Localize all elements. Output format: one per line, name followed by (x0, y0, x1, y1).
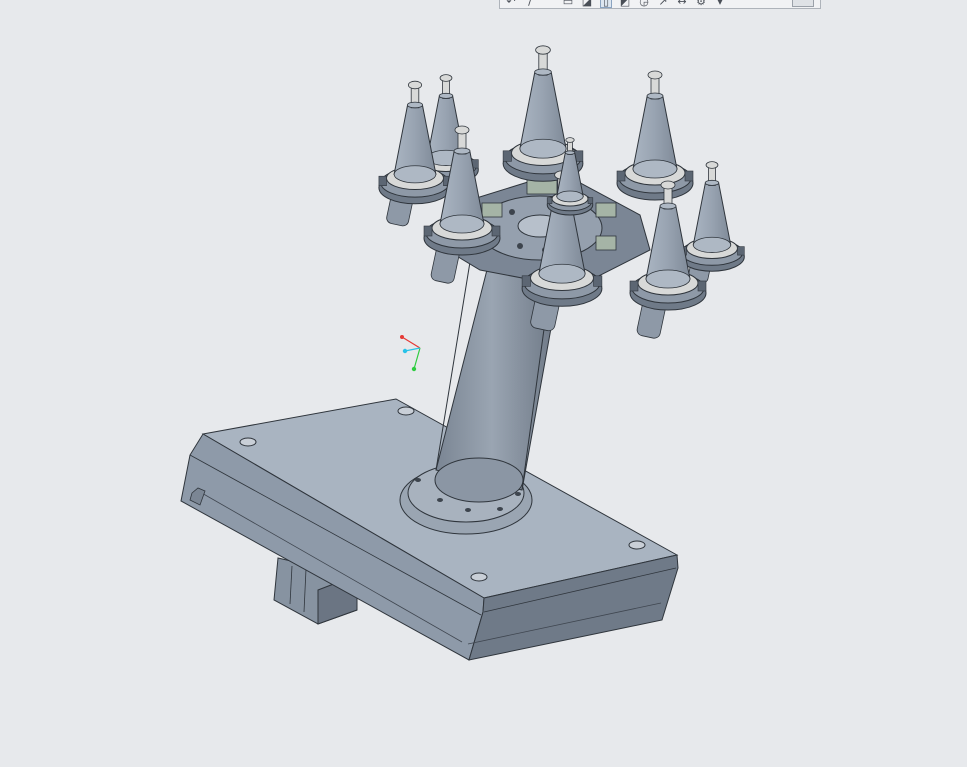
display-icon[interactable]: ◩ (620, 0, 630, 7)
axis-x-line (401, 336, 421, 349)
axis-y-line (413, 347, 421, 370)
section-icon[interactable]: ◶ (639, 0, 649, 7)
cad-scene[interactable] (0, 0, 967, 763)
tool-holder[interactable] (616, 70, 694, 201)
view-icon[interactable]: ◪ (582, 0, 592, 7)
view-toolbar: ↶ / ⌒ ▭ ◪ ▯ ◩ ◶ ↗ ↔ ⚙ ▾ (499, 0, 821, 9)
axis-z-dot (402, 348, 408, 354)
axis-x-dot (400, 335, 404, 339)
orient-icon[interactable]: ↗ (658, 0, 668, 7)
fit-icon[interactable]: ▭ (563, 0, 573, 7)
toolbar-dropdown-button[interactable] (792, 0, 814, 7)
axis-y-dot (411, 366, 417, 372)
tool-holders (378, 45, 745, 339)
menu-icon[interactable]: ▾ (715, 0, 725, 7)
base-plate (180, 398, 679, 661)
pan-icon[interactable]: ⌒ (544, 0, 555, 7)
3d-model-viewport[interactable] (0, 0, 967, 763)
spin-icon[interactable]: ↔ (677, 0, 687, 7)
zoom-icon[interactable]: / (525, 0, 535, 7)
rotate-icon[interactable]: ↶ (506, 0, 516, 7)
plane-icon[interactable]: ▯ (600, 0, 612, 8)
settings-icon[interactable]: ⚙ (696, 0, 706, 7)
axis-triad[interactable] (400, 335, 421, 372)
axis-z-line (404, 347, 421, 352)
